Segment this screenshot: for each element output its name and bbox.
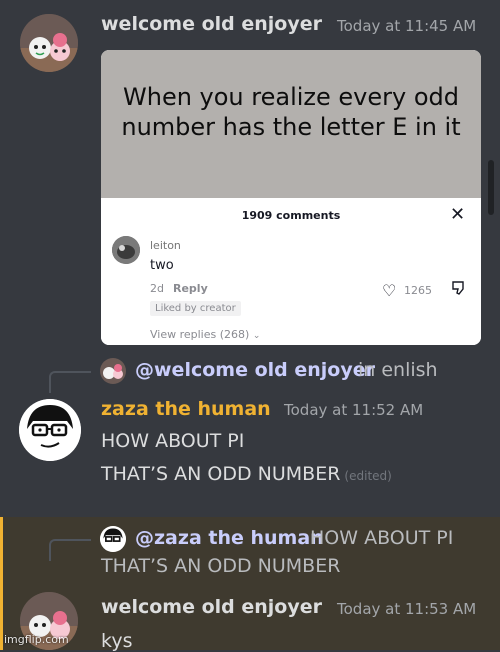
- like-count: 1265: [404, 284, 432, 297]
- message-2-timestamp: Today at 11:52 AM: [284, 401, 424, 419]
- message-1: welcome old enjoyer Today at 11:45 AM Wh…: [0, 0, 500, 352]
- message-2: @welcome old enjoyer in enlish zaza the …: [0, 352, 500, 517]
- commenter-avatar[interactable]: [112, 236, 140, 264]
- message-2-line-1: HOW ABOUT PI: [101, 430, 245, 452]
- mention-highlight-bar: [0, 517, 3, 650]
- reply-spine: [49, 539, 91, 561]
- commenter-name[interactable]: leiton: [150, 239, 181, 252]
- message-1-author[interactable]: welcome old enjoyer: [101, 13, 322, 35]
- reply-avatar-zaza-the-human[interactable]: [100, 526, 126, 552]
- view-replies-link[interactable]: View replies (268) ⌄: [150, 328, 260, 341]
- message-2-author[interactable]: zaza the human: [101, 398, 271, 420]
- meme-caption-area: When you realize every odd number has th…: [101, 50, 481, 198]
- message-1-timestamp: Today at 11:45 AM: [337, 17, 477, 35]
- message-3-timestamp: Today at 11:53 AM: [337, 600, 477, 618]
- scrollbar-thumb[interactable]: [488, 160, 494, 215]
- message-2-line-2-text: THAT’S AN ODD NUMBER: [101, 463, 341, 485]
- meme-caption: When you realize every odd number has th…: [121, 83, 461, 141]
- liked-by-creator-badge: Liked by creator: [150, 301, 241, 316]
- reply-avatar-welcome-old-enjoyer[interactable]: [100, 358, 126, 384]
- comment-text: two: [150, 258, 174, 273]
- chevron-down-icon: ⌄: [252, 331, 261, 341]
- reply-mention[interactable]: @zaza the human: [135, 527, 324, 549]
- message-2-line-2: THAT’S AN ODD NUMBER (edited): [101, 463, 392, 485]
- watermark: imgflip.com: [4, 633, 69, 646]
- message-3-line-1: kys: [101, 630, 133, 652]
- reply-spine: [49, 371, 91, 393]
- reply-link[interactable]: Reply: [173, 282, 208, 295]
- dislike-icon[interactable]: [451, 280, 465, 296]
- view-replies-label: View replies (268): [150, 328, 250, 341]
- comments-panel: 1909 comments ✕ leiton two 2d Reply Like…: [101, 198, 481, 345]
- avatar-welcome-old-enjoyer[interactable]: [20, 14, 78, 72]
- message-3-author[interactable]: welcome old enjoyer: [101, 596, 322, 618]
- comment-age: 2d: [150, 282, 164, 295]
- avatar-zaza-the-human[interactable]: [19, 399, 81, 461]
- reply-preview-text[interactable]: HOW ABOUT PI: [310, 527, 453, 549]
- image-embed[interactable]: When you realize every odd number has th…: [101, 50, 481, 345]
- reply-mention[interactable]: @welcome old enjoyer: [135, 359, 375, 381]
- reply-preview-text-line-2[interactable]: THAT’S AN ODD NUMBER: [101, 555, 340, 577]
- heart-icon[interactable]: ♡: [382, 281, 396, 300]
- edited-label: (edited): [344, 469, 392, 483]
- reply-preview-text[interactable]: in enlish: [358, 359, 438, 381]
- message-3: @zaza the human HOW ABOUT PI THAT’S AN O…: [0, 517, 500, 652]
- close-icon[interactable]: ✕: [450, 204, 465, 225]
- comments-header: 1909 comments: [241, 209, 341, 222]
